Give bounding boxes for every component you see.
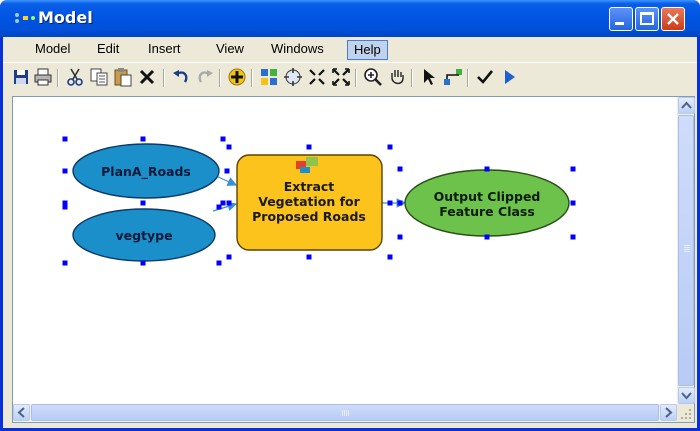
title-bar[interactable]: Model: [0, 0, 700, 37]
horizontal-scroll-thumb[interactable]: [31, 404, 659, 421]
connect-icon[interactable]: [443, 67, 463, 87]
input-node-plana-roads[interactable]: PlanA_Roads: [72, 143, 220, 199]
menu-view[interactable]: View: [210, 40, 250, 60]
validate-icon[interactable]: [475, 67, 495, 87]
chevron-left-icon: [17, 407, 25, 418]
selection-handle[interactable]: [140, 136, 146, 142]
selection-handle[interactable]: [140, 200, 146, 206]
output-label-line: Output Clipped: [434, 189, 541, 204]
selection-handle[interactable]: [397, 234, 403, 240]
selection-handle[interactable]: [570, 200, 576, 206]
toolbar-separator: [467, 69, 469, 87]
selection-handle[interactable]: [226, 254, 232, 260]
selection-handle[interactable]: [220, 136, 226, 142]
tool-label-line: Proposed Roads: [252, 209, 366, 224]
window-title: Model: [38, 8, 93, 27]
scroll-up-button[interactable]: [678, 97, 695, 114]
copy-icon[interactable]: [89, 67, 109, 87]
resize-grip[interactable]: [677, 404, 694, 422]
zoom-out-fixed-icon[interactable]: [331, 67, 351, 87]
resize-grip-icon: [681, 409, 691, 419]
selection-handle[interactable]: [62, 136, 68, 142]
selection-handle[interactable]: [484, 166, 490, 172]
model-window: Model Model Edit Insert View Windows Hel…: [0, 0, 700, 431]
save-icon[interactable]: [11, 67, 31, 87]
minimize-button[interactable]: [609, 7, 633, 31]
full-extent-icon[interactable]: [283, 67, 303, 87]
auto-layout-icon[interactable]: [259, 67, 279, 87]
menu-insert[interactable]: Insert: [142, 40, 187, 60]
selection-handle[interactable]: [62, 204, 68, 210]
pan-icon[interactable]: [387, 67, 407, 87]
menu-windows[interactable]: Windows: [265, 40, 330, 60]
scroll-left-button[interactable]: [13, 404, 30, 421]
output-node-clipped-feature-class[interactable]: Output Clipped Feature Class: [404, 169, 570, 237]
selection-handle[interactable]: [226, 200, 232, 206]
toolbar: [3, 62, 697, 92]
undo-icon[interactable]: [171, 67, 191, 87]
selection-handle[interactable]: [387, 144, 393, 150]
add-data-icon[interactable]: [227, 67, 247, 87]
selection-handle[interactable]: [140, 260, 146, 266]
selection-handle[interactable]: [570, 234, 576, 240]
toolbar-separator: [251, 69, 253, 87]
selection-handle[interactable]: [484, 234, 490, 240]
model-icon: [15, 13, 35, 23]
input-node-vegtype[interactable]: vegtype: [72, 208, 216, 262]
selection-handle[interactable]: [570, 166, 576, 172]
grip-lines: [342, 410, 343, 416]
scroll-right-button[interactable]: [660, 404, 677, 421]
vertical-scrollbar[interactable]: [677, 97, 695, 404]
selection-handle[interactable]: [216, 260, 222, 266]
selection-handle[interactable]: [306, 254, 312, 260]
zoom-in-icon[interactable]: [363, 67, 383, 87]
maximize-button[interactable]: [635, 7, 659, 31]
toolbar-separator: [57, 69, 59, 87]
selection-handle[interactable]: [306, 144, 312, 150]
zoom-in-fixed-icon[interactable]: [307, 67, 327, 87]
selection-handle[interactable]: [387, 200, 393, 206]
print-icon[interactable]: [33, 67, 53, 87]
grip-lines: [684, 245, 690, 246]
selection-handle[interactable]: [387, 254, 393, 260]
redo-icon[interactable]: [195, 67, 215, 87]
selection-handle[interactable]: [226, 144, 232, 150]
toolbar-separator: [163, 69, 165, 87]
menu-bar: Model Edit Insert View Windows Help: [3, 37, 697, 61]
tool-label-line: Vegetation for: [258, 194, 360, 209]
menu-help[interactable]: Help: [347, 40, 388, 60]
selection-handle[interactable]: [224, 168, 230, 174]
model-canvas[interactable]: PlanA_Roads vegtype Extract Vegetation f…: [12, 96, 695, 423]
toolbar-separator: [355, 69, 357, 87]
menu-model[interactable]: Model: [29, 40, 76, 60]
selection-handle[interactable]: [62, 260, 68, 266]
selection-handle[interactable]: [62, 168, 68, 174]
toolbar-separator: [219, 69, 221, 87]
menu-edit[interactable]: Edit: [91, 40, 125, 60]
output-label-line: Feature Class: [439, 204, 535, 219]
model-diagram: PlanA_Roads vegtype Extract Vegetation f…: [62, 136, 576, 266]
tool-label-line: Extract: [284, 179, 335, 194]
selection-handle[interactable]: [397, 166, 403, 172]
input-label: vegtype: [115, 228, 172, 243]
delete-icon[interactable]: [137, 67, 157, 87]
input-label: PlanA_Roads: [101, 164, 191, 180]
vertical-scroll-thumb[interactable]: [678, 115, 694, 386]
run-icon[interactable]: [499, 67, 519, 87]
paste-icon[interactable]: [113, 67, 133, 87]
horizontal-scrollbar[interactable]: [13, 404, 677, 422]
select-icon[interactable]: [419, 67, 439, 87]
close-button[interactable]: [661, 7, 685, 31]
chevron-up-icon: [681, 101, 692, 109]
selection-handle[interactable]: [397, 200, 403, 206]
scroll-down-button[interactable]: [678, 387, 695, 404]
connector-roads-to-tool[interactable]: [215, 175, 238, 186]
selection-handle[interactable]: [216, 204, 222, 210]
chevron-down-icon: [681, 392, 692, 400]
toolbar-separator: [411, 69, 413, 87]
cut-icon[interactable]: [65, 67, 85, 87]
chevron-right-icon: [665, 407, 673, 418]
close-icon: [667, 13, 679, 25]
